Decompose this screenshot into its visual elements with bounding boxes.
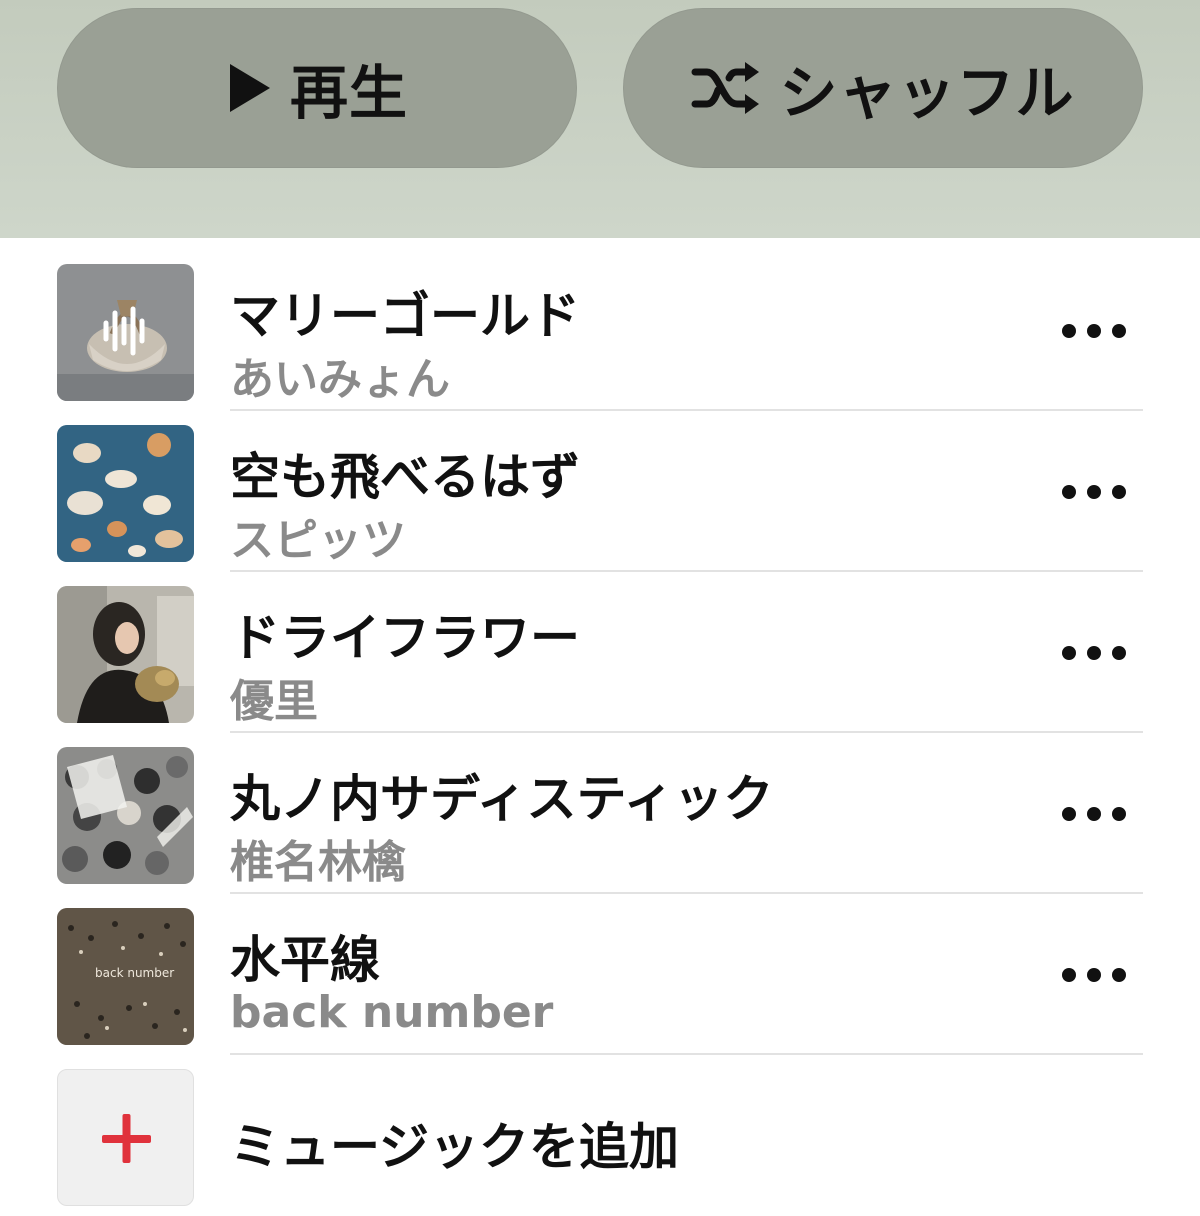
track-artist: back number xyxy=(230,987,554,1038)
now-playing-waveform-icon xyxy=(103,306,145,356)
album-art xyxy=(57,586,194,723)
track-row[interactable]: 丸ノ内サディスティック 椎名林檎 xyxy=(0,733,1200,894)
play-button-label: 再生 xyxy=(289,59,408,127)
track-title: ドライフラワー xyxy=(230,609,580,667)
play-button[interactable]: 再生 xyxy=(57,8,577,168)
album-art xyxy=(57,747,194,884)
more-button[interactable] xyxy=(1062,802,1126,826)
track-title: 空も飛べるはず xyxy=(230,448,580,506)
track-row[interactable]: マリーゴールド あいみょん xyxy=(0,250,1200,411)
track-row[interactable]: ドライフラワー 優里 xyxy=(0,572,1200,733)
album-art xyxy=(57,425,194,562)
album-art: back number xyxy=(57,908,194,1045)
shuffle-button[interactable]: シャッフル xyxy=(623,8,1143,168)
track-row[interactable]: 空も飛べるはず スピッツ xyxy=(0,411,1200,572)
ellipsis-icon xyxy=(1062,324,1076,338)
track-title: 丸ノ内サディスティック xyxy=(230,770,774,828)
plus-icon xyxy=(102,1114,151,1163)
more-button[interactable] xyxy=(1062,963,1126,987)
add-music-label[interactable]: ミュージックを追加 xyxy=(230,1107,679,1179)
ellipsis-icon xyxy=(1062,646,1076,660)
track-artist: あいみょん xyxy=(230,354,450,405)
track-title: マリーゴールド xyxy=(230,287,580,345)
track-title: 水平線 xyxy=(230,931,380,989)
more-button[interactable] xyxy=(1062,319,1126,343)
play-icon xyxy=(229,64,270,112)
add-music-tile[interactable] xyxy=(57,1069,194,1206)
ellipsis-icon xyxy=(1062,485,1076,499)
ellipsis-icon xyxy=(1062,807,1076,821)
track-artist: 優里 xyxy=(230,676,318,727)
ellipsis-icon xyxy=(1062,968,1076,982)
album-cover-text: back number xyxy=(95,966,175,980)
shuffle-button-label: シャッフル xyxy=(779,59,1075,127)
shuffle-icon xyxy=(691,62,760,114)
more-button[interactable] xyxy=(1062,641,1126,665)
track-artist: スピッツ xyxy=(230,515,406,566)
track-row[interactable]: back number 水平線 back number xyxy=(0,894,1200,1055)
track-artist: 椎名林檎 xyxy=(230,837,406,888)
more-button[interactable] xyxy=(1062,480,1126,504)
